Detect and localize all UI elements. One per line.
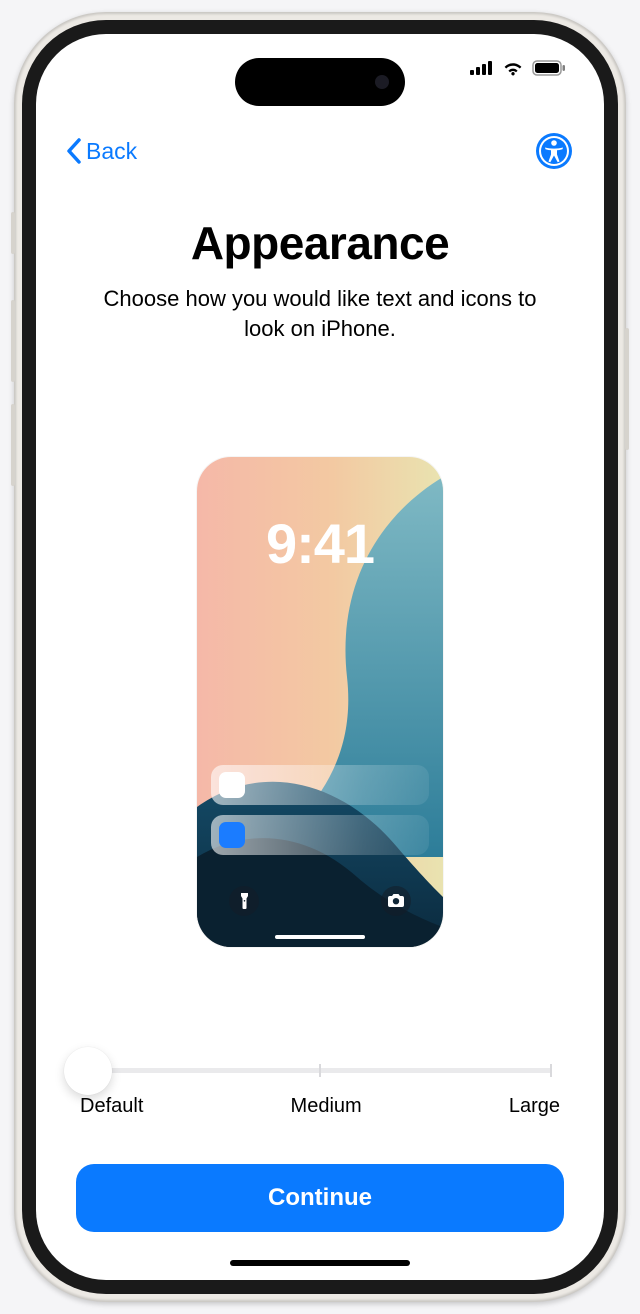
lockscreen-preview: 9:41 — [197, 457, 443, 947]
cellular-icon — [470, 61, 494, 75]
wifi-icon — [502, 60, 524, 76]
app-icon — [219, 822, 245, 848]
chevron-left-icon — [66, 138, 82, 164]
battery-icon — [532, 60, 566, 76]
app-icon — [219, 772, 245, 798]
slider-label-large: Large — [509, 1095, 560, 1118]
slider-tick — [550, 1064, 552, 1077]
slider-thumb[interactable] — [64, 1047, 112, 1095]
back-label: Back — [86, 138, 137, 165]
content: Back Appearance Choose how — [36, 34, 604, 1280]
camera-icon — [388, 894, 404, 907]
continue-button[interactable]: Continue — [76, 1164, 564, 1232]
flashlight-icon — [239, 893, 250, 909]
silence-switch — [11, 212, 15, 254]
device-frame: Back Appearance Choose how — [14, 12, 626, 1302]
nav-bar: Back — [36, 126, 604, 176]
slider-label-medium: Medium — [291, 1095, 362, 1118]
slider-labels: Default Medium Large — [80, 1095, 560, 1118]
home-indicator[interactable] — [230, 1260, 410, 1266]
preview-container: 9:41 — [36, 353, 604, 1020]
volume-down-button — [11, 404, 15, 486]
preview-time: 9:41 — [197, 511, 443, 576]
notification-item — [211, 765, 429, 805]
accessibility-icon — [534, 131, 574, 171]
notification-stack — [211, 765, 429, 855]
accessibility-button[interactable] — [534, 131, 574, 171]
volume-up-button — [11, 300, 15, 382]
screen: Back Appearance Choose how — [36, 34, 604, 1280]
preview-home-indicator — [275, 935, 365, 939]
camera-button — [381, 886, 411, 916]
size-slider-section: Default Medium Large — [36, 1020, 604, 1118]
flashlight-button — [229, 886, 259, 916]
size-slider[interactable] — [88, 1068, 552, 1073]
slider-label-default: Default — [80, 1095, 143, 1118]
status-bar — [470, 60, 566, 76]
slider-tick — [319, 1064, 321, 1077]
page-subtitle: Choose how you would like text and icons… — [86, 284, 554, 343]
page-title: Appearance — [86, 216, 554, 270]
back-button[interactable]: Back — [66, 138, 137, 165]
dynamic-island — [235, 58, 405, 106]
device-bezel: Back Appearance Choose how — [22, 20, 618, 1294]
header: Appearance Choose how you would like tex… — [36, 176, 604, 353]
notification-item — [211, 815, 429, 855]
power-button — [625, 328, 629, 450]
continue-label: Continue — [268, 1184, 372, 1212]
